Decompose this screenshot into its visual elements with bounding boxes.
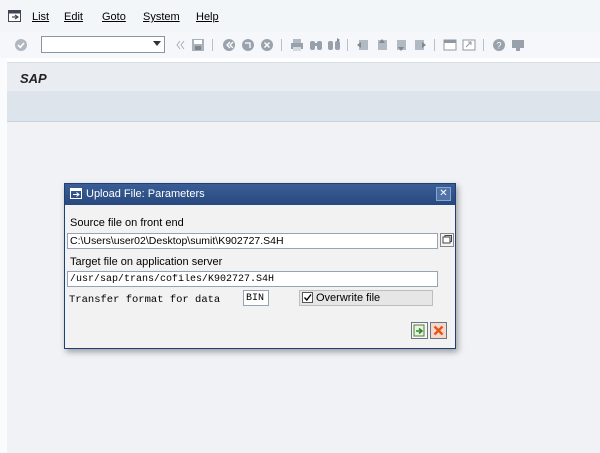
overwrite-file-checkbox-group[interactable]: Overwrite file: [299, 290, 433, 306]
menu-edit[interactable]: Edit: [64, 11, 83, 23]
target-file-input[interactable]: [70, 273, 425, 286]
toolbar-separator: [347, 39, 348, 51]
target-file-field[interactable]: [67, 271, 438, 287]
menu-window-icon[interactable]: [8, 10, 22, 26]
source-file-field[interactable]: [67, 233, 438, 249]
previous-page-icon[interactable]: [375, 38, 389, 52]
dialog-window-icon: [70, 188, 83, 203]
find-next-icon[interactable]: [327, 38, 341, 52]
dialog-title-bar[interactable]: Upload File: Parameters ✕: [65, 184, 455, 205]
application-toolbar: [7, 91, 600, 122]
cancel-icon[interactable]: [260, 38, 274, 52]
menu-list[interactable]: List: [32, 11, 49, 23]
shortcut-icon[interactable]: [462, 38, 476, 52]
standard-toolbar: ?: [0, 32, 600, 58]
source-file-input[interactable]: [70, 235, 425, 247]
help-icon[interactable]: ?: [492, 38, 506, 52]
source-file-label: Source file on front end: [70, 217, 184, 229]
target-file-label: Target file on application server: [70, 256, 223, 268]
customize-layout-icon[interactable]: [511, 38, 525, 52]
svg-text:?: ?: [496, 41, 501, 51]
print-icon[interactable]: [290, 38, 304, 52]
toolbar-separator: [281, 39, 282, 51]
confirm-button[interactable]: [411, 322, 428, 339]
page-title: SAP: [20, 71, 47, 86]
menu-goto[interactable]: Goto: [102, 11, 126, 23]
overwrite-file-checkbox[interactable]: [302, 292, 313, 303]
back-icon[interactable]: [222, 38, 236, 52]
command-field[interactable]: [41, 36, 165, 53]
first-page-icon[interactable]: [356, 38, 370, 52]
exit-icon[interactable]: [241, 38, 255, 52]
save-icon[interactable]: [191, 38, 205, 52]
cancel-x-icon: [433, 325, 444, 336]
menu-help[interactable]: Help: [196, 11, 219, 23]
find-icon[interactable]: [309, 38, 323, 52]
value-help-icon[interactable]: [440, 233, 454, 247]
checkmark-icon: [303, 294, 312, 302]
create-session-icon[interactable]: [443, 38, 457, 52]
close-icon[interactable]: ✕: [436, 187, 451, 201]
toolbar-separator: [434, 39, 435, 51]
left-strip: [0, 58, 7, 453]
last-page-icon[interactable]: [413, 38, 427, 52]
menu-system[interactable]: System: [143, 11, 180, 23]
command-input[interactable]: [45, 38, 153, 53]
dialog-title: Upload File: Parameters: [86, 188, 205, 200]
transfer-format-input[interactable]: [246, 292, 266, 305]
menu-bar: List Edit Goto System Help: [0, 0, 600, 33]
chevron-down-icon[interactable]: [153, 41, 161, 46]
confirm-icon: [413, 324, 425, 337]
cancel-button[interactable]: [430, 322, 447, 339]
transfer-format-field[interactable]: [243, 290, 269, 306]
transfer-format-label: Transfer format for data: [69, 294, 221, 306]
enter-icon[interactable]: [14, 38, 28, 52]
next-page-icon[interactable]: [394, 38, 408, 52]
double-chevron-left-icon[interactable]: [175, 38, 189, 52]
toolbar-separator: [483, 39, 484, 51]
title-bar: SAP: [7, 62, 600, 91]
overwrite-file-label: Overwrite file: [316, 292, 381, 304]
toolbar-separator: [212, 39, 213, 51]
